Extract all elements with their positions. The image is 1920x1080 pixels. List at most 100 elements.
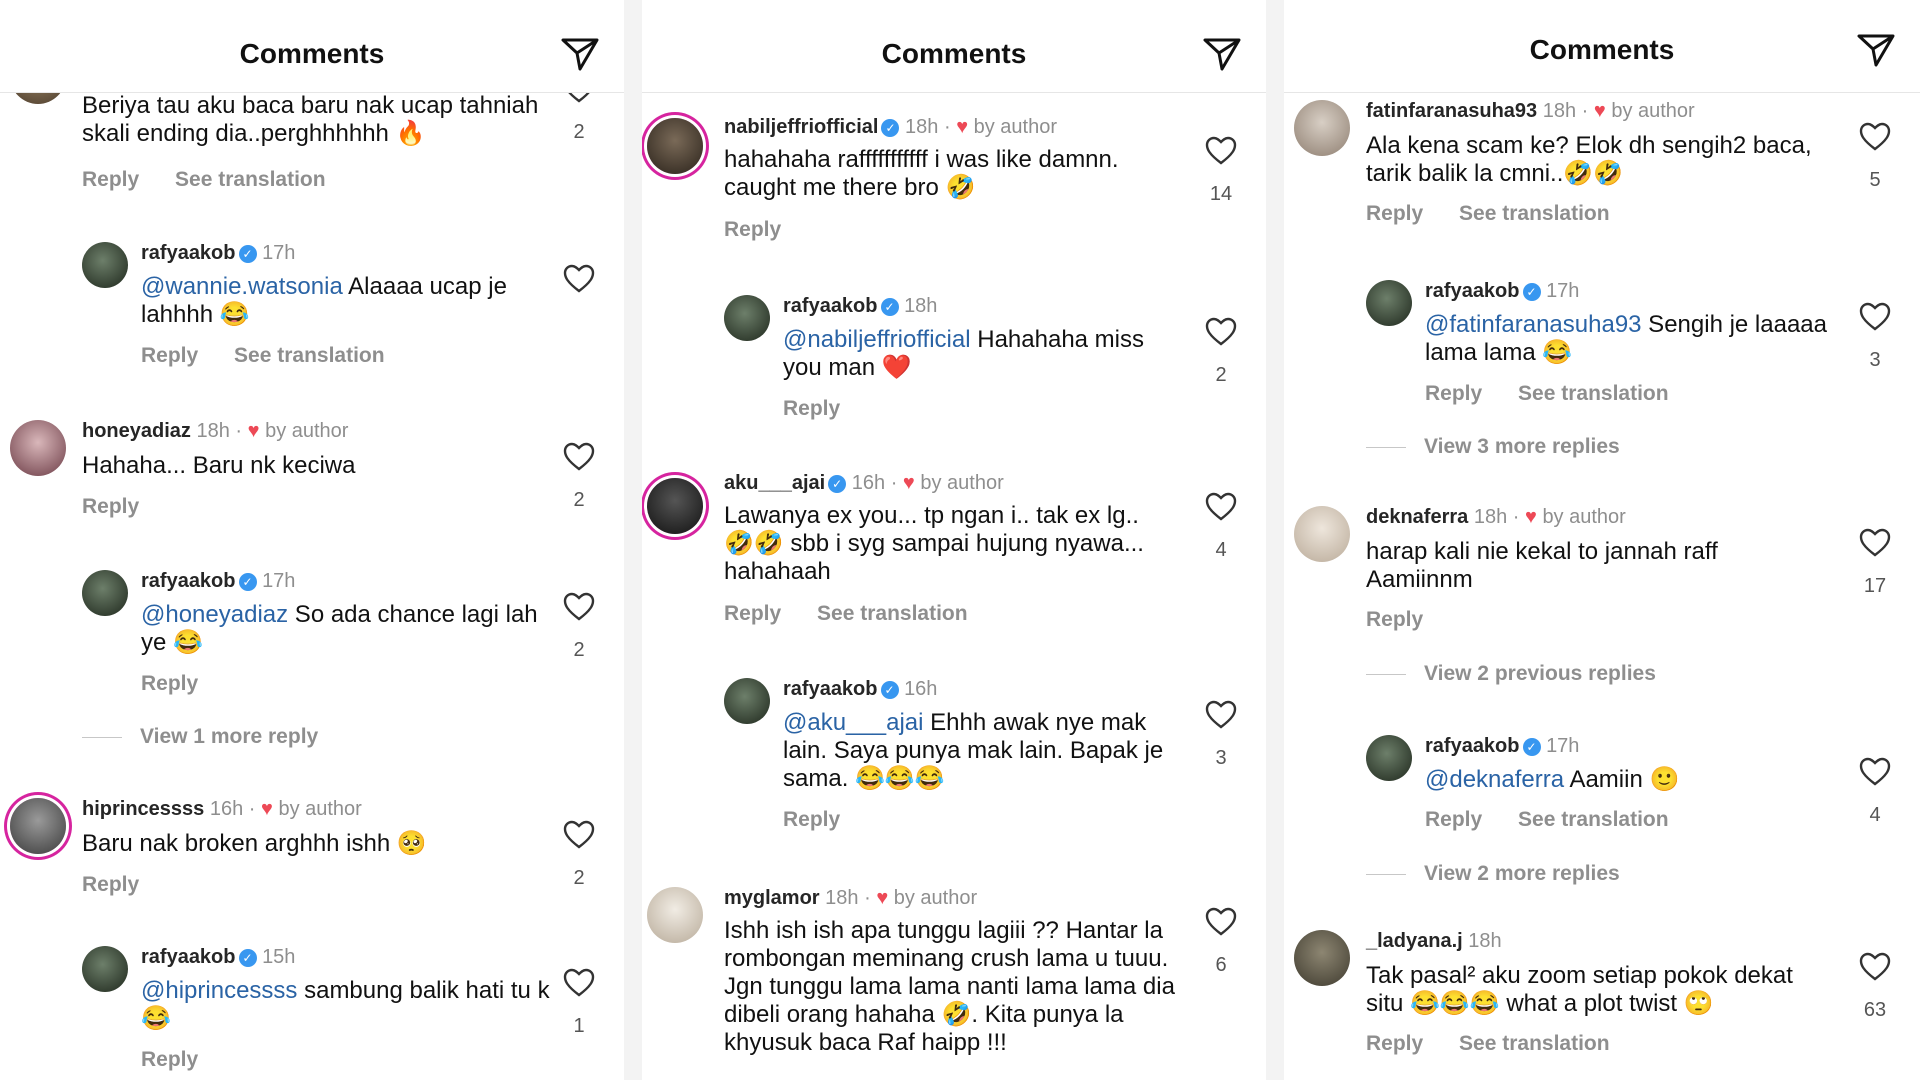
view-more-replies-button[interactable]: View 1 more reply [82,725,318,749]
see-translation-button[interactable]: See translation [1459,202,1610,225]
username[interactable]: deknaferra [1366,506,1468,528]
like-control: 2 [562,442,596,512]
avatar[interactable] [82,570,128,616]
heart-outline-icon[interactable] [1205,492,1237,522]
username[interactable]: aku___ajai [724,472,825,494]
avatar[interactable] [10,798,66,854]
avatar[interactable] [647,118,703,174]
reply-button[interactable]: Reply [82,168,139,191]
avatar[interactable] [1294,930,1350,986]
panel-divider [624,0,642,1080]
see-translation-button[interactable]: See translation [817,602,968,625]
username[interactable]: rafyaakob [141,946,236,968]
red-heart-icon: ♥ [876,887,889,909]
username[interactable]: nabiljeffriofficial [724,116,878,138]
mention-link[interactable]: @aku___ajai [783,709,923,736]
username[interactable]: fatinfaranasuha93 [1366,100,1537,122]
avatar[interactable] [1294,506,1350,562]
reply-button[interactable]: Reply [1366,608,1423,631]
like-count: 5 [1869,169,1881,191]
comment-text: Hahaha... Baru nk keciwa [82,452,356,479]
avatar[interactable] [647,478,703,534]
mention-link[interactable]: @hiprincessss [141,977,297,1004]
send-icon[interactable] [1202,36,1242,72]
heart-outline-icon[interactable] [1205,700,1237,730]
heart-outline-icon[interactable] [1859,528,1891,558]
heart-outline-icon[interactable] [563,264,595,294]
comments-panel-1: Comments Beriya tau aku baca baru nak uc… [0,0,624,1080]
see-translation-button[interactable]: See translation [1518,382,1669,405]
see-translation-button[interactable]: See translation [1459,1032,1610,1055]
reply-button[interactable]: Reply [724,218,781,241]
mention-link[interactable]: @wannie.watsonia [141,273,343,300]
avatar[interactable] [724,678,770,724]
heart-outline-icon[interactable] [563,820,595,850]
avatar[interactable] [1366,280,1412,326]
reply-button[interactable]: Reply [1425,382,1482,405]
comment-meta: deknaferra 18h · ♥ by author [1366,506,1626,528]
comment-text: @deknaferra Aamiin 🙂 [1425,766,1835,794]
comment-text: Ishh ish ish apa tunggu lagiii ?? Hantar… [724,917,1175,1056]
see-translation-button[interactable]: See translation [234,344,385,367]
like-count: 2 [1215,364,1227,386]
comment-text: hahahaha rafffffffffff i was like damnn.… [724,146,1119,201]
send-icon[interactable] [560,36,600,72]
like-count: 6 [1215,954,1227,976]
heart-outline-icon[interactable] [563,968,595,998]
see-translation-button[interactable]: See translation [175,168,326,191]
view-previous-replies-button[interactable]: View 2 previous replies [1366,662,1656,686]
avatar[interactable] [82,946,128,992]
reply-button[interactable]: Reply [783,397,840,420]
comment-text: Ala kena scam ke? Elok dh sengih2 baca, … [1366,132,1812,187]
avatar[interactable] [1366,735,1412,781]
comment-meta: myglamor 18h · ♥ by author [724,887,978,909]
reply-button[interactable]: Reply [141,1048,198,1071]
heart-outline-icon[interactable] [563,442,595,472]
mention-link[interactable]: @honeyadiaz [141,601,288,628]
username[interactable]: honeyadiaz [82,420,191,442]
heart-outline-icon[interactable] [1859,302,1891,332]
heart-outline-icon[interactable] [1205,136,1237,166]
avatar[interactable] [10,420,66,476]
avatar[interactable] [82,242,128,288]
avatar[interactable] [647,887,703,943]
view-more-replies-button[interactable]: View 2 more replies [1366,862,1620,886]
view-more-replies-button[interactable]: View 3 more replies [1366,435,1620,459]
username[interactable]: myglamor [724,887,820,909]
username[interactable]: _ladyana.j [1366,930,1463,952]
heart-outline-icon[interactable] [1205,317,1237,347]
mention-link[interactable]: @fatinfaranasuha93 [1425,311,1642,338]
username[interactable]: rafyaakob [1425,280,1520,302]
reply-button[interactable]: Reply [82,495,139,518]
see-translation-button[interactable]: See translation [1518,808,1669,831]
username[interactable]: rafyaakob [141,242,236,264]
heart-outline-icon[interactable] [1205,907,1237,937]
mention-link[interactable]: @deknaferra [1425,766,1564,793]
heart-outline-icon[interactable] [1859,952,1891,982]
comment-meta: rafyaakob ✓ 17h [1425,735,1579,758]
avatar[interactable] [1294,100,1350,156]
comment-actions: Reply See translation [1366,1032,1640,1056]
send-icon[interactable] [1856,32,1896,68]
reply-button[interactable]: Reply [141,344,198,367]
reply-button[interactable]: Reply [1425,808,1482,831]
reply-button[interactable]: Reply [82,873,139,896]
red-heart-icon: ♥ [902,472,915,494]
username[interactable]: rafyaakob [783,678,878,700]
heart-outline-icon[interactable] [1859,757,1891,787]
reply-button[interactable]: Reply [1366,202,1423,225]
reply-button[interactable]: Reply [724,602,781,625]
heart-outline-icon[interactable] [563,592,595,622]
username[interactable]: hiprincessss [82,798,204,820]
reply-button[interactable]: Reply [1366,1032,1423,1055]
username[interactable]: rafyaakob [783,295,878,317]
avatar[interactable] [724,295,770,341]
username[interactable]: rafyaakob [141,570,236,592]
comment-actions: Reply [82,495,169,519]
username[interactable]: rafyaakob [1425,735,1520,757]
reply-button[interactable]: Reply [783,808,840,831]
heart-outline-icon[interactable] [1859,122,1891,152]
reply-button[interactable]: Reply [141,672,198,695]
mention-link[interactable]: @nabiljeffriofficial [783,326,971,353]
verified-badge-icon: ✓ [238,949,257,967]
